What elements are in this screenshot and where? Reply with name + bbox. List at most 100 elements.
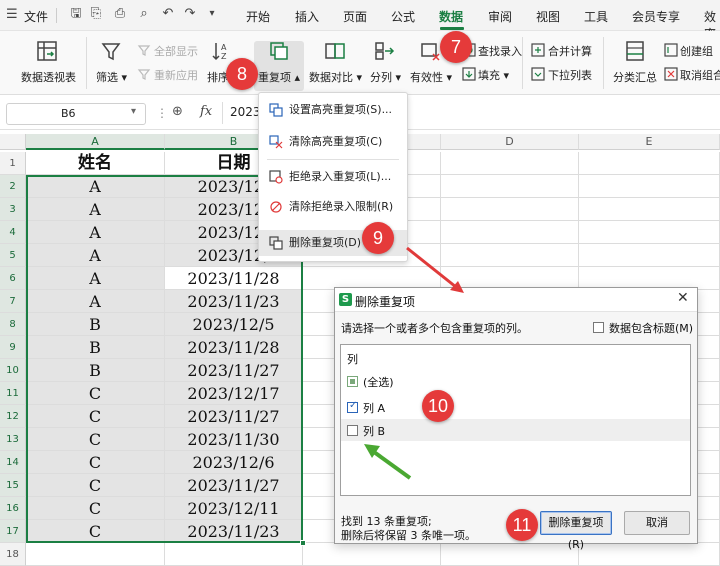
- tab-view[interactable]: 视图: [536, 8, 560, 25]
- clear-reject-icon: [270, 201, 282, 213]
- tab-tools[interactable]: 工具: [584, 8, 608, 25]
- col-header-a[interactable]: A: [26, 134, 165, 150]
- column-b-checkbox[interactable]: [347, 425, 358, 436]
- row-header[interactable]: 6: [0, 267, 26, 290]
- row-header[interactable]: 17: [0, 520, 26, 543]
- row-header[interactable]: 12: [0, 405, 26, 428]
- consolidate-button[interactable]: 合并计算: [548, 43, 592, 59]
- tab-data[interactable]: 数据: [439, 8, 463, 25]
- row-header[interactable]: 1: [0, 152, 26, 175]
- cell[interactable]: [441, 198, 579, 221]
- tab-member[interactable]: 会员专享: [632, 8, 680, 25]
- cell[interactable]: [303, 543, 441, 566]
- row-header[interactable]: 4: [0, 221, 26, 244]
- export-icon[interactable]: ⎘: [88, 6, 104, 22]
- ungroup-button[interactable]: 取消组合: [680, 67, 720, 83]
- dialog-title: 删除重复项: [355, 295, 416, 309]
- cell[interactable]: [579, 543, 720, 566]
- undo-icon[interactable]: ↶: [160, 6, 176, 22]
- fill-icon: [462, 67, 476, 81]
- delete-duplicates-button[interactable]: 删除重复项(R): [540, 511, 612, 551]
- split-columns-icon: [375, 42, 395, 60]
- create-group-button[interactable]: 创建组: [680, 43, 713, 59]
- header-checkbox[interactable]: [593, 322, 604, 333]
- menu-item-reject-duplicates[interactable]: 拒绝录入重复项(L)...: [259, 164, 407, 190]
- save-icon[interactable]: 🖫: [68, 6, 84, 22]
- col-header-d[interactable]: D: [441, 134, 579, 150]
- hamburger-icon[interactable]: ☰: [6, 7, 18, 22]
- row-header[interactable]: 9: [0, 336, 26, 359]
- list-header: 列: [347, 353, 358, 366]
- row-header[interactable]: 3: [0, 198, 26, 221]
- cell[interactable]: [441, 543, 579, 566]
- header-cell-name[interactable]: 姓名: [26, 152, 165, 175]
- fill-handle[interactable]: [300, 540, 306, 546]
- cell[interactable]: [441, 244, 579, 267]
- validity-button[interactable]: 有效性 ▾: [410, 69, 452, 85]
- select-all-checkbox[interactable]: [347, 376, 358, 387]
- row-header[interactable]: 8: [0, 313, 26, 336]
- columns-listbox[interactable]: 列 (全选) ✓ 列 A 列 B: [340, 344, 691, 496]
- lookup-button[interactable]: 查找录入: [478, 43, 522, 59]
- duplicates-button[interactable]: 重复项 ▴: [258, 69, 300, 85]
- cell[interactable]: [579, 175, 720, 198]
- close-icon[interactable]: ✕: [677, 290, 689, 306]
- row-header[interactable]: 10: [0, 359, 26, 382]
- cancel-button[interactable]: 取消: [624, 511, 690, 535]
- more-icon[interactable]: ⋮: [156, 106, 168, 120]
- reapply-icon: [137, 69, 151, 80]
- chevron-down-icon[interactable]: ▾: [131, 106, 136, 117]
- menu-item-clear-reject[interactable]: 清除拒绝录入限制(R): [259, 194, 407, 220]
- select-all-corner[interactable]: [0, 134, 26, 150]
- reapply-button[interactable]: 重新应用: [154, 67, 198, 83]
- redo-icon[interactable]: ↷: [182, 6, 198, 22]
- column-b-row[interactable]: [341, 419, 690, 441]
- fill-button[interactable]: 填充 ▾: [478, 67, 509, 83]
- cell[interactable]: [441, 221, 579, 244]
- column-a-checkbox[interactable]: ✓: [347, 400, 358, 413]
- row-header[interactable]: 2: [0, 175, 26, 198]
- compare-button[interactable]: 数据对比 ▾: [309, 69, 362, 85]
- split-button[interactable]: 分列 ▾: [370, 69, 401, 85]
- row-header[interactable]: 15: [0, 474, 26, 497]
- row-header[interactable]: 13: [0, 428, 26, 451]
- tab-page[interactable]: 页面: [343, 8, 367, 25]
- row-header[interactable]: 16: [0, 497, 26, 520]
- print-icon[interactable]: ⎙: [112, 6, 128, 22]
- file-menu[interactable]: 文件: [24, 8, 48, 25]
- menu-item-highlight-duplicates[interactable]: 设置高亮重复项(S)...: [259, 97, 407, 123]
- chevron-down-icon[interactable]: ▾: [204, 6, 220, 22]
- function-icon[interactable]: fx: [200, 104, 212, 119]
- pivot-table-button[interactable]: 数据透视表: [21, 69, 76, 85]
- cell[interactable]: [579, 221, 720, 244]
- result-line-2: 删除后将保留 3 条唯一项。: [341, 529, 476, 542]
- cell[interactable]: [26, 543, 165, 566]
- cell[interactable]: [441, 175, 579, 198]
- row-header[interactable]: 11: [0, 382, 26, 405]
- row-header[interactable]: 18: [0, 543, 26, 566]
- row-header[interactable]: 5: [0, 244, 26, 267]
- column-a-label: 列 A: [363, 402, 386, 415]
- col-header-e[interactable]: E: [579, 134, 720, 150]
- row-header[interactable]: 14: [0, 451, 26, 474]
- filter-button[interactable]: 筛选 ▾: [96, 69, 127, 85]
- cell[interactable]: [441, 152, 579, 175]
- formula-input[interactable]: 2023: [230, 105, 261, 119]
- row-header[interactable]: 7: [0, 290, 26, 313]
- tab-review[interactable]: 审阅: [488, 8, 512, 25]
- subtotal-button[interactable]: 分类汇总: [613, 69, 657, 85]
- subtotal-icon: [626, 41, 644, 61]
- menu-item-clear-highlight[interactable]: 清除高亮重复项(C): [259, 129, 407, 155]
- zoom-icon[interactable]: ⊕: [172, 104, 183, 119]
- cell[interactable]: [579, 198, 720, 221]
- dropdown-list-button[interactable]: 下拉列表: [548, 67, 592, 83]
- name-box[interactable]: B6 ▾: [6, 103, 146, 125]
- cell[interactable]: [579, 152, 720, 175]
- cell[interactable]: [579, 244, 720, 267]
- tab-formula[interactable]: 公式: [391, 8, 415, 25]
- tab-home[interactable]: 开始: [246, 8, 270, 25]
- cell[interactable]: [165, 543, 303, 566]
- show-all-button[interactable]: 全部显示: [154, 43, 198, 59]
- tab-insert[interactable]: 插入: [295, 8, 319, 25]
- print-preview-icon[interactable]: ⌕: [136, 6, 152, 22]
